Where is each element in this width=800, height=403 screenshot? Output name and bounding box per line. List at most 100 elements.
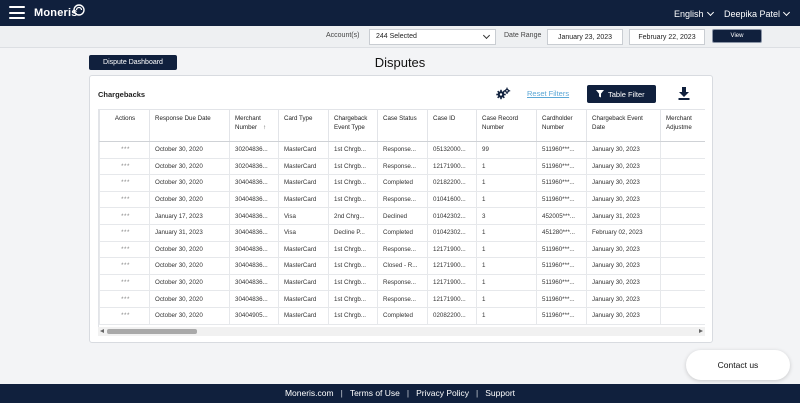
- moneris-logo[interactable]: Moneris: [34, 7, 78, 19]
- column-header-merchant-number[interactable]: Merchant Number ↑: [229, 109, 279, 142]
- top-navigation-bar: Moneris English Deepika Patel: [0, 0, 800, 26]
- column-header[interactable]: Chargeback Event Type: [328, 109, 378, 142]
- table-cell: Response...: [377, 141, 428, 159]
- table-cell: Visa: [278, 223, 329, 242]
- chargebacks-card: Chargebacks Reset Filters Table Filter A…: [89, 75, 713, 343]
- column-header[interactable]: Cardholder Number: [536, 109, 587, 142]
- table-row[interactable]: *** January 17, 2023 30404836... Visa 2nd Ch…: [99, 207, 705, 225]
- table-cell: 12171900...: [427, 257, 477, 275]
- row-actions-menu[interactable]: ***: [99, 174, 150, 192]
- footer-link-support[interactable]: Support: [485, 388, 515, 398]
- account-select-value: 244 Selected: [376, 33, 417, 40]
- table-cell: 511960***...: [536, 257, 587, 275]
- row-actions-menu[interactable]: ***: [99, 290, 150, 308]
- table-cell: 01042302...: [427, 207, 477, 225]
- table-cell: MasterCard: [278, 190, 329, 209]
- table-row[interactable]: *** October 30, 2020 30404836... MasterCard…: [99, 240, 705, 259]
- table-cell: [660, 141, 705, 159]
- filter-icon: [596, 90, 604, 98]
- chevron-down-icon: [482, 31, 491, 40]
- column-header[interactable]: Case ID: [427, 109, 477, 142]
- table-cell: 1: [476, 290, 537, 308]
- column-header[interactable]: Response Due Date: [149, 109, 230, 142]
- table-cell: 30404836...: [229, 257, 279, 275]
- table-cell: January 31, 2023: [149, 223, 230, 242]
- column-header[interactable]: Case Record Number: [476, 109, 537, 142]
- table-cell: 30404836...: [229, 223, 279, 242]
- table-cell: 30404836...: [229, 273, 279, 292]
- row-actions-menu[interactable]: ***: [99, 223, 150, 242]
- contact-us-button[interactable]: Contact us: [686, 350, 790, 380]
- table-cell: 30404905...: [229, 306, 279, 325]
- row-actions-menu[interactable]: ***: [99, 157, 150, 176]
- footer-link-privacy[interactable]: Privacy Policy: [416, 388, 469, 398]
- gears-icon[interactable]: [496, 87, 511, 100]
- table-row[interactable]: *** October 30, 2020 30404836... MasterCard…: [99, 174, 705, 192]
- scrollbar-thumb[interactable]: [107, 329, 197, 334]
- row-actions-menu[interactable]: ***: [99, 306, 150, 325]
- user-name: Deepika Patel: [724, 9, 781, 19]
- table-cell: Visa: [278, 207, 329, 225]
- column-header[interactable]: Case Status: [377, 109, 428, 142]
- table-cell: MasterCard: [278, 240, 329, 259]
- column-header[interactable]: Card Type: [278, 109, 329, 142]
- table-row[interactable]: *** October 30, 2020 30404836... MasterCard…: [99, 290, 705, 308]
- column-header[interactable]: Actions: [99, 109, 150, 142]
- account-select[interactable]: 244 Selected: [369, 29, 496, 45]
- table-cell: MasterCard: [278, 141, 329, 159]
- reset-filters-link[interactable]: Reset Filters: [527, 89, 569, 98]
- row-actions-menu[interactable]: ***: [99, 240, 150, 259]
- table-cell: 1st Chrgb...: [328, 290, 378, 308]
- table-filter-button[interactable]: Table Filter: [587, 85, 656, 103]
- table-cell: [660, 207, 705, 225]
- row-actions-menu[interactable]: ***: [99, 207, 150, 225]
- table-cell: Completed: [377, 306, 428, 325]
- table-row[interactable]: *** October 30, 2020 30204836... MasterCard…: [99, 141, 705, 159]
- table-cell: Response...: [377, 190, 428, 209]
- end-date-field[interactable]: February 22, 2023: [629, 29, 705, 45]
- table-row[interactable]: *** October 30, 2020 30204836... MasterCard…: [99, 157, 705, 176]
- scroll-right-arrow-icon[interactable]: [699, 329, 703, 333]
- table-row[interactable]: *** October 30, 2020 30404905... MasterCard…: [99, 306, 705, 325]
- column-header[interactable]: Merchant Adjustme: [660, 109, 705, 142]
- table-cell: [660, 157, 705, 176]
- dispute-dashboard-button[interactable]: Dispute Dashboard: [89, 55, 177, 70]
- horizontal-scrollbar[interactable]: [98, 327, 705, 336]
- table-cell: 1: [476, 223, 537, 242]
- table-cell: 1: [476, 273, 537, 292]
- scroll-left-arrow-icon[interactable]: [100, 329, 104, 333]
- footer-link-terms[interactable]: Terms of Use: [350, 388, 400, 398]
- table-cell: MasterCard: [278, 157, 329, 176]
- table-cell: 12171900...: [427, 157, 477, 176]
- table-cell: 30404836...: [229, 290, 279, 308]
- table-cell: [660, 273, 705, 292]
- table-row[interactable]: *** October 30, 2020 30404836... MasterCard…: [99, 190, 705, 209]
- sort-ascending-icon[interactable]: ↑: [263, 125, 266, 131]
- table-cell: 30404836...: [229, 207, 279, 225]
- table-cell: 01041600...: [427, 190, 477, 209]
- table-cell: 451280***...: [536, 223, 587, 242]
- table-cell: 30204836...: [229, 141, 279, 159]
- table-row[interactable]: *** October 30, 2020 30404836... MasterCard…: [99, 273, 705, 292]
- row-actions-menu[interactable]: ***: [99, 190, 150, 209]
- row-actions-menu[interactable]: ***: [99, 257, 150, 275]
- row-actions-menu[interactable]: ***: [99, 273, 150, 292]
- footer-link-moneris[interactable]: Moneris.com: [285, 388, 334, 398]
- row-actions-menu[interactable]: ***: [99, 141, 150, 159]
- table-row[interactable]: *** October 30, 2020 30404836... MasterCard…: [99, 257, 705, 275]
- view-button[interactable]: View: [712, 29, 762, 43]
- start-date-field[interactable]: January 23, 2023: [547, 29, 623, 45]
- language-label: English: [674, 9, 704, 19]
- table-cell: October 30, 2020: [149, 190, 230, 209]
- language-selector[interactable]: English: [674, 8, 714, 19]
- user-menu[interactable]: Deepika Patel: [724, 8, 791, 19]
- hamburger-menu-icon[interactable]: [9, 6, 25, 19]
- table-filter-label: Table Filter: [608, 90, 645, 99]
- table-cell: 511960***...: [536, 290, 587, 308]
- table-cell: 30204836...: [229, 157, 279, 176]
- table-cell: MasterCard: [278, 290, 329, 308]
- table-cell: 2nd Chrg...: [328, 207, 378, 225]
- table-row[interactable]: *** January 31, 2023 30404836... Visa Declin…: [99, 223, 705, 242]
- column-header[interactable]: Chargeback Event Date: [586, 109, 661, 142]
- download-icon[interactable]: [678, 87, 690, 100]
